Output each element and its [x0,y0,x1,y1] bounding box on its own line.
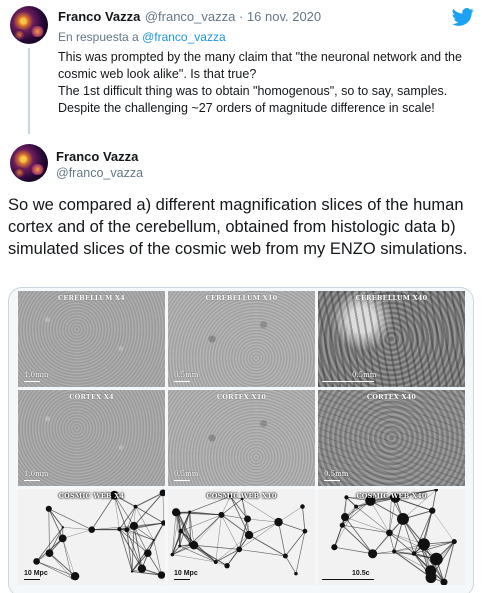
panel-title: COSMIC WEB X4 [58,492,125,500]
image-panel: CORTEX X10 0.5mm [168,390,315,486]
scale-label: 10 Mpc [174,570,198,577]
separator: · [235,9,247,24]
twitter-bird-icon[interactable] [452,6,474,28]
panel-title: CEREBELLUM X40 [355,294,428,302]
panel-title: CEREBELLUM X4 [57,294,125,302]
image-grid: CEREBELLUM X4 1.0mm CEREBELLUM X10 0.5mm CER… [18,291,466,591]
image-panel: CEREBELLUM X4 1.0mm [18,291,165,387]
scale-bar [24,380,40,382]
scale-bar [324,479,340,481]
avatar[interactable] [10,6,48,44]
scale-label: 0.5mm [352,371,377,379]
panel-title: COSMIC WEB X10 [206,492,277,500]
scale-bar [322,578,374,580]
image-panel: COSMIC WEB X10 10 Mpc [168,489,315,585]
scale-label: 10 Mpc [24,570,48,577]
panel-title: COSMIC WEB X40 [356,492,427,500]
image-panel: COSMIC WEB X40 10.5c [318,489,465,585]
scale-bar [24,578,40,580]
panel-title: CORTEX X4 [69,393,114,401]
scale-label: 0.5mm [324,470,349,478]
author-name[interactable]: Franco Vazza [56,149,138,164]
reply-to-link[interactable]: @franco_vazza [142,30,226,44]
author-handle[interactable]: @franco_vazza [145,9,236,24]
avatar[interactable] [10,144,48,182]
scale-bar [174,479,190,481]
thread-line [28,48,30,134]
reply-text-line: This was prompted by the many claim that… [58,50,462,81]
tweet-media-image[interactable]: CEREBELLUM X4 1.0mm CEREBELLUM X10 0.5mm CER… [8,287,474,593]
scale-bar [174,578,190,580]
panel-title: CEREBELLUM X10 [205,294,278,302]
panel-title: CORTEX X10 [216,393,267,401]
author-name[interactable]: Franco Vazza [58,9,140,24]
reply-tweet-header: Franco Vazza @franco_vazza · 16 nov. 202… [58,8,321,26]
scale-label: 10.5c [352,570,370,577]
cosmic-web-texture [331,489,457,585]
scale-label: 0.5mm [174,470,199,478]
tweet-text: So we compared a) different magnificatio… [8,196,468,258]
panel-title: CORTEX X40 [366,393,417,401]
reply-prefix: En respuesta a [58,30,143,44]
scale-label: 0.5mm [174,371,199,379]
image-panel: CORTEX X4 1.0mm [18,390,165,486]
image-panel: CEREBELLUM X10 0.5mm [168,291,315,387]
scale-bar [174,380,190,382]
tweet-date[interactable]: 16 nov. 2020 [247,9,321,24]
scale-label: 1.0mm [24,470,49,478]
reply-context: En respuesta a @franco_vazza [58,30,226,44]
scale-label: 1.0mm [24,371,49,379]
image-panel: CORTEX X40 0.5mm [318,390,465,486]
reply-text-line: The 1st difficult thing was to obtain "h… [58,84,448,115]
image-panel: CEREBELLUM X40 0.5mm [318,291,465,387]
author-handle[interactable]: @franco_vazza [56,166,143,180]
reply-tweet-text: This was prompted by the many claim that… [58,49,468,117]
image-panel: COSMIC WEB X4 10 Mpc [18,489,165,585]
scale-bar [322,380,374,382]
scale-bar [24,479,40,481]
